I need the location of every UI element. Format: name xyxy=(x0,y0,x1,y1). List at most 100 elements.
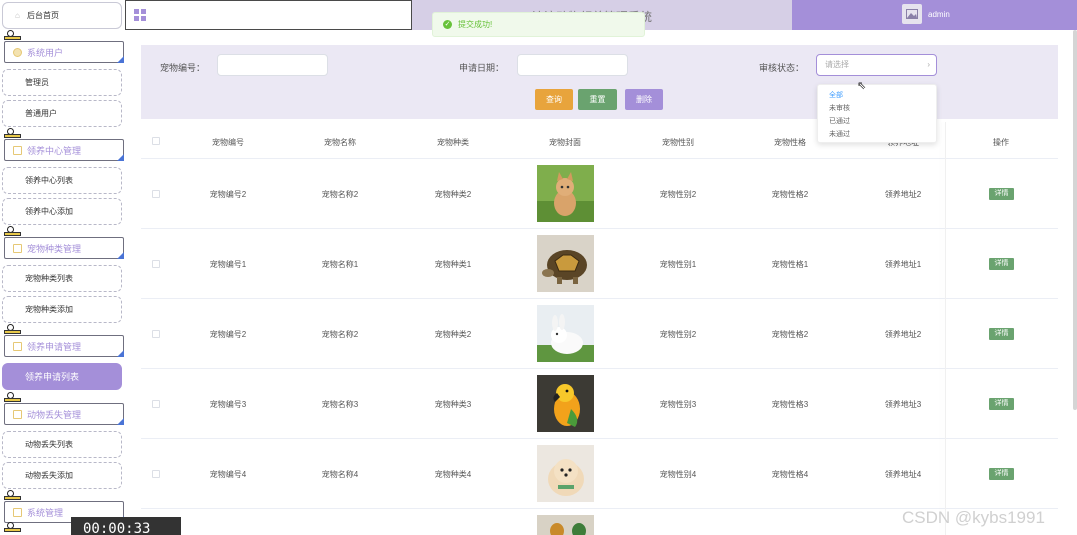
pet-no-label: 宠物编号： xyxy=(160,63,206,73)
cell-pet-no: 宠物编号3 xyxy=(209,400,247,409)
status-select[interactable]: 请选择 › xyxy=(816,54,937,76)
detail-button[interactable]: 详情 xyxy=(989,468,1014,480)
status-option-pending[interactable]: 未审核 xyxy=(818,102,936,115)
sidebar-group-title: 系统管理 xyxy=(27,507,64,518)
sidebar-item-kind-list[interactable]: 宠物种类列表 xyxy=(2,265,122,292)
cell-pet-kind: 宠物种类2 xyxy=(434,330,472,339)
recording-timer: 00:00:33 xyxy=(71,517,181,535)
cell-address: 领养地址3 xyxy=(884,400,922,409)
sidebar-item-lost-add[interactable]: 动物丢失添加 xyxy=(2,462,122,489)
sidebar-item-label: 后台首页 xyxy=(27,11,59,20)
menu-grid-icon[interactable] xyxy=(134,9,146,21)
cell-pet-name: 宠物名称1 xyxy=(321,260,359,269)
cell-pet-trait: 宠物性格3 xyxy=(771,400,809,409)
sidebar-item-lost-list[interactable]: 动物丢失列表 xyxy=(2,431,122,458)
detail-button[interactable]: 详情 xyxy=(989,258,1014,270)
row-checkbox[interactable] xyxy=(152,190,160,198)
fixed-column-shadow xyxy=(945,122,946,535)
app-root: ⌂ 后台首页 系统用户 管理员 普通用户 领养中心管理 领养中心列表 领养中心添… xyxy=(0,0,1077,535)
avatar[interactable] xyxy=(902,4,922,24)
cell-address: 领养地址2 xyxy=(884,190,922,199)
select-all-checkbox[interactable] xyxy=(152,137,160,145)
sidebar-item-admins[interactable]: 管理员 xyxy=(2,69,122,96)
detail-button[interactable]: 详情 xyxy=(989,188,1014,200)
sidebar-item-center-list[interactable]: 领养中心列表 xyxy=(2,167,122,194)
pet-no-input[interactable] xyxy=(217,54,328,76)
status-placeholder: 请选择 xyxy=(825,60,849,69)
delete-button[interactable]: 删除 xyxy=(625,89,663,110)
sidebar-group-users[interactable]: 系统用户 xyxy=(4,41,124,63)
reset-button[interactable]: 重置 xyxy=(578,89,617,110)
sidebar-item-application-list[interactable]: 领养申请列表 xyxy=(2,363,122,390)
sidebar-group-title: 领养申请管理 xyxy=(27,341,82,352)
sidebar-group-kinds[interactable]: 宠物种类管理 xyxy=(4,237,124,259)
sidebar-item-kind-add[interactable]: 宠物种类添加 xyxy=(2,296,122,323)
cell-address: 领养地址4 xyxy=(884,470,922,479)
chevron-right-icon: › xyxy=(927,60,930,69)
date-label: 申请日期： xyxy=(459,63,505,73)
table-row: 宠物编号2 宠物名称2 宠物种类2 宠物性别2 宠物性格2 领养地址2 详情 xyxy=(141,159,1058,229)
sidebar: ⌂ 后台首页 系统用户 管理员 普通用户 领养中心管理 领养中心列表 领养中心添… xyxy=(0,0,125,535)
pet-cover-parrot xyxy=(537,375,594,432)
column-header: 操作 xyxy=(993,138,1009,147)
cell-pet-trait: 宠物性格2 xyxy=(771,330,809,339)
user-name[interactable]: admin xyxy=(928,10,950,19)
status-option-all[interactable]: 全部 xyxy=(818,89,936,102)
vertical-scrollbar[interactable] xyxy=(1073,30,1077,410)
cell-pet-name: 宠物名称2 xyxy=(321,190,359,199)
sidebar-group-centers[interactable]: 领养中心管理 xyxy=(4,139,124,161)
column-header: 宠物编号 xyxy=(212,138,244,147)
cell-address: 领养地址2 xyxy=(884,330,922,339)
watermark: CSDN @kybs1991 xyxy=(902,508,1045,527)
status-option-rejected[interactable]: 未通过 xyxy=(818,128,936,141)
status-option-approved[interactable]: 已通过 xyxy=(818,115,936,128)
cell-pet-name: 宠物名称3 xyxy=(321,400,359,409)
sidebar-item-label: 宠物种类添加 xyxy=(25,305,73,314)
cell-pet-kind: 宠物种类2 xyxy=(434,190,472,199)
cell-pet-trait: 宠物性格4 xyxy=(771,470,809,479)
row-checkbox[interactable] xyxy=(152,470,160,478)
sidebar-group-title: 动物丢失管理 xyxy=(27,409,82,420)
sidebar-item-center-add[interactable]: 领养中心添加 xyxy=(2,198,122,225)
row-checkbox[interactable] xyxy=(152,400,160,408)
data-table: 宠物编号 宠物名称 宠物种类 宠物封面 宠物性别 宠物性格 领养地址 操作 宠物… xyxy=(141,122,1058,535)
column-header: 宠物名称 xyxy=(324,138,356,147)
sidebar-group-lost[interactable]: 动物丢失管理 xyxy=(4,403,124,425)
mouse-cursor-icon: ⇖ xyxy=(857,80,867,92)
toast-message: 提交成功! xyxy=(458,20,493,29)
sidebar-group-applications[interactable]: 领养申请管理 xyxy=(4,335,124,357)
sidebar-group-title: 宠物种类管理 xyxy=(27,243,82,254)
pin-icon xyxy=(4,522,21,535)
pet-cover-pomeranian xyxy=(537,445,594,502)
cell-pet-no: 宠物编号2 xyxy=(209,190,247,199)
cell-pet-gender: 宠物性别4 xyxy=(659,470,697,479)
user-icon xyxy=(13,47,22,57)
row-checkbox[interactable] xyxy=(152,260,160,268)
cell-pet-gender: 宠物性别3 xyxy=(659,400,697,409)
folder-icon xyxy=(13,507,22,517)
column-header: 宠物种类 xyxy=(437,138,469,147)
sidebar-item-home[interactable]: ⌂ 后台首页 xyxy=(2,2,122,29)
date-input[interactable] xyxy=(517,54,628,76)
row-checkbox[interactable] xyxy=(152,330,160,338)
cell-pet-gender: 宠物性别2 xyxy=(659,190,697,199)
detail-button[interactable]: 详情 xyxy=(989,398,1014,410)
cell-pet-trait: 宠物性格2 xyxy=(771,190,809,199)
detail-button[interactable]: 详情 xyxy=(989,328,1014,340)
cell-pet-name: 宠物名称4 xyxy=(321,470,359,479)
pet-cover-tortoise xyxy=(537,235,594,292)
cell-pet-name: 宠物名称2 xyxy=(321,330,359,339)
column-header: 宠物性格 xyxy=(774,138,806,147)
query-button[interactable]: 查询 xyxy=(535,89,573,110)
sidebar-item-label: 普通用户 xyxy=(25,109,57,118)
sidebar-item-label: 领养中心添加 xyxy=(25,207,73,216)
column-header: 宠物封面 xyxy=(549,138,581,147)
sidebar-item-users[interactable]: 普通用户 xyxy=(2,100,122,127)
sidebar-group-title: 领养中心管理 xyxy=(27,145,82,156)
sidebar-item-label: 管理员 xyxy=(25,78,49,87)
status-dropdown: 全部 未审核 已通过 未通过 xyxy=(817,84,937,143)
home-icon: ⌂ xyxy=(15,10,20,20)
sidebar-item-label: 宠物种类列表 xyxy=(25,274,73,283)
status-label: 审核状态： xyxy=(759,63,805,73)
sidebar-item-label: 领养申请列表 xyxy=(25,372,80,382)
